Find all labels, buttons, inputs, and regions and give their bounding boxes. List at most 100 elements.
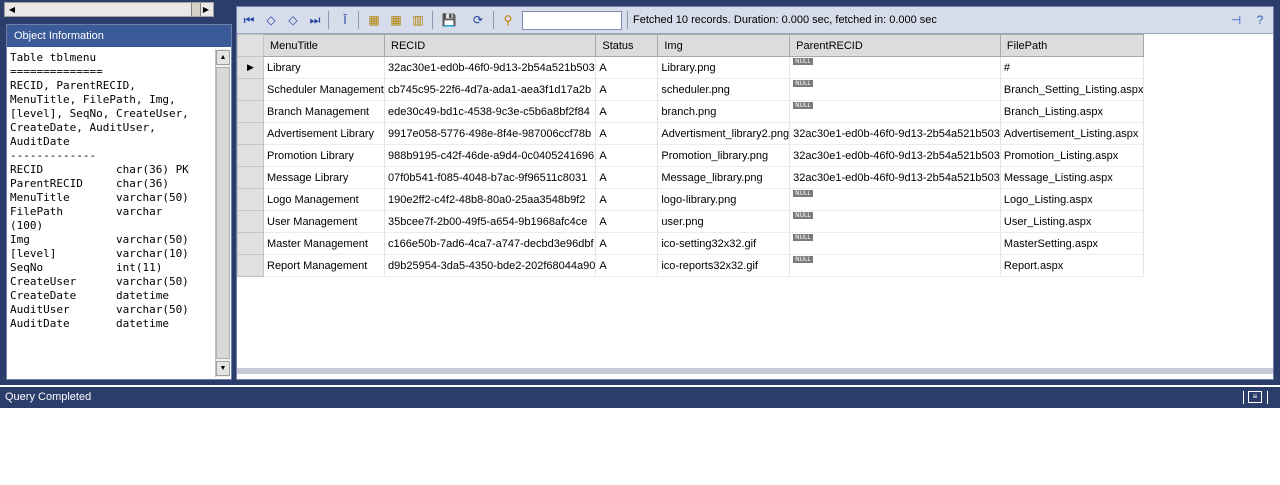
object-information-text[interactable]: Table tblmenu ============== RECID, Pare… bbox=[7, 48, 215, 379]
grid-view-icon[interactable]: ▦ bbox=[365, 11, 383, 29]
table-cell[interactable]: 988b9195-c42f-46de-a9d4-0c0405241696 bbox=[384, 144, 597, 167]
table-cell[interactable]: 32ac30e1-ed0b-46f0-9d13-2b54a521b503 bbox=[789, 166, 1001, 189]
scroll-right-arrow-icon[interactable]: ▶ bbox=[199, 3, 213, 16]
table-cell[interactable]: # bbox=[1000, 56, 1145, 79]
column-header[interactable]: Img bbox=[657, 34, 791, 57]
table-row[interactable]: Advertisement Library 9917e058-5776-498e-… bbox=[237, 122, 1145, 145]
table-cell[interactable]: Report.aspx bbox=[1000, 254, 1145, 277]
table-cell[interactable]: A bbox=[595, 188, 659, 211]
table-cell[interactable]: Scheduler Management bbox=[263, 78, 385, 101]
table-cell[interactable]: A bbox=[595, 56, 659, 79]
table-cell[interactable]: 07f0b541-f085-4048-b7ac-9f96511c8031 bbox=[384, 166, 597, 189]
scroll-left-arrow-icon[interactable]: ◀ bbox=[5, 3, 19, 16]
form-view-icon[interactable]: ▦ bbox=[387, 11, 405, 29]
column-header[interactable]: MenuTitle bbox=[263, 34, 385, 57]
table-cell[interactable]: Logo_Listing.aspx bbox=[1000, 188, 1145, 211]
table-row[interactable]: Scheduler Management cb745c95-22f6-4d7a-a… bbox=[237, 78, 1145, 101]
table-cell[interactable]: ede30c49-bd1c-4538-9c3e-c5b6a8bf2f84 bbox=[384, 100, 597, 123]
table-cell[interactable]: NULL bbox=[789, 56, 1001, 79]
first-record-icon[interactable]: ⏮ bbox=[240, 11, 258, 29]
table-cell[interactable]: A bbox=[595, 100, 659, 123]
table-cell[interactable]: Promotion Library bbox=[263, 144, 385, 167]
table-cell[interactable]: NULL bbox=[789, 188, 1001, 211]
left-horizontal-scrollbar[interactable]: ◀ ▶ bbox=[4, 2, 214, 17]
object-info-vertical-scrollbar[interactable]: ▲ ▼ bbox=[215, 49, 230, 377]
table-cell[interactable]: Message_library.png bbox=[657, 166, 791, 189]
table-cell[interactable]: user.png bbox=[657, 210, 791, 233]
table-cell[interactable]: Advertisement_Listing.aspx bbox=[1000, 122, 1145, 145]
table-cell[interactable]: ico-setting32x32.gif bbox=[657, 232, 791, 255]
table-cell[interactable]: cb745c95-22f6-4d7a-ada1-aea3f1d17a2b bbox=[384, 78, 597, 101]
grid-horizontal-scrollbar[interactable] bbox=[237, 368, 1273, 374]
columns-icon[interactable]: ▥ bbox=[409, 11, 427, 29]
table-cell[interactable]: User Management bbox=[263, 210, 385, 233]
help-icon[interactable]: ? bbox=[1251, 11, 1269, 29]
table-cell[interactable]: A bbox=[595, 144, 659, 167]
table-cell[interactable]: Message Library bbox=[263, 166, 385, 189]
column-header[interactable]: RECID bbox=[383, 34, 597, 57]
row-indicator[interactable] bbox=[237, 166, 264, 189]
table-cell[interactable]: Library.png bbox=[657, 56, 791, 79]
table-row[interactable]: Report Management d9b25954-3da5-4350-bde2… bbox=[237, 254, 1145, 277]
table-cell[interactable]: 35bcee7f-2b00-49f5-a654-9b1968afc4ce bbox=[384, 210, 597, 233]
table-cell[interactable]: Logo Management bbox=[263, 188, 385, 211]
table-cell[interactable]: A bbox=[595, 210, 659, 233]
table-cell[interactable]: Master Management bbox=[263, 232, 385, 255]
table-cell[interactable]: Branch_Listing.aspx bbox=[1000, 100, 1145, 123]
table-row[interactable]: ▶ Library 32ac30e1-ed0b-46f0-9d13-2b54a521… bbox=[237, 56, 1145, 79]
scroll-down-arrow-icon[interactable]: ▼ bbox=[216, 361, 230, 376]
table-cell[interactable]: 32ac30e1-ed0b-46f0-9d13-2b54a521b503 bbox=[789, 122, 1001, 145]
table-cell[interactable]: A bbox=[595, 122, 659, 145]
table-row[interactable]: Branch Management ede30c49-bd1c-4538-9c3e… bbox=[237, 100, 1145, 123]
table-row[interactable]: User Management 35bcee7f-2b00-49f5-a654-9… bbox=[237, 210, 1145, 233]
row-indicator[interactable] bbox=[237, 254, 264, 277]
text-view-icon[interactable]: Ī bbox=[336, 11, 354, 29]
panel-toggle-icon[interactable]: ≡ bbox=[1248, 391, 1262, 403]
table-cell[interactable]: NULL bbox=[789, 254, 1001, 277]
table-cell[interactable]: MasterSetting.aspx bbox=[1000, 232, 1145, 255]
row-indicator-header[interactable] bbox=[237, 34, 264, 57]
table-cell[interactable]: 9917e058-5776-498e-8f4e-987006ccf78b bbox=[384, 122, 597, 145]
table-cell[interactable]: Promotion_Listing.aspx bbox=[1000, 144, 1145, 167]
table-cell[interactable]: Advertisment_library2.png bbox=[657, 122, 791, 145]
previous-record-icon[interactable]: ◇ bbox=[262, 11, 280, 29]
next-record-icon[interactable]: ◇ bbox=[284, 11, 302, 29]
table-cell[interactable]: NULL bbox=[789, 78, 1001, 101]
table-cell[interactable]: Report Management bbox=[263, 254, 385, 277]
row-indicator[interactable] bbox=[237, 188, 264, 211]
table-cell[interactable]: NULL bbox=[789, 100, 1001, 123]
table-cell[interactable]: 190e2ff2-c4f2-48b8-80a0-25aa3548b9f2 bbox=[384, 188, 597, 211]
save-icon[interactable]: 💾 bbox=[440, 11, 458, 29]
table-row[interactable]: Message Library 07f0b541-f085-4048-b7ac-9… bbox=[237, 166, 1145, 189]
table-cell[interactable]: NULL bbox=[789, 210, 1001, 233]
table-cell[interactable]: NULL bbox=[789, 232, 1001, 255]
row-indicator[interactable] bbox=[237, 144, 264, 167]
table-cell[interactable]: 32ac30e1-ed0b-46f0-9d13-2b54a521b503 bbox=[384, 56, 597, 79]
table-cell[interactable]: logo-library.png bbox=[657, 188, 791, 211]
scroll-up-arrow-icon[interactable]: ▲ bbox=[216, 50, 230, 65]
column-header[interactable]: ParentRECID bbox=[789, 34, 1001, 57]
filter-search-icon[interactable]: ⚲ bbox=[499, 11, 517, 29]
table-row[interactable]: Promotion Library 988b9195-c42f-46de-a9d4… bbox=[237, 144, 1145, 167]
row-indicator[interactable] bbox=[237, 100, 264, 123]
table-cell[interactable]: Promotion_library.png bbox=[657, 144, 791, 167]
table-row[interactable]: Master Management c166e50b-7ad6-4ca7-a747… bbox=[237, 232, 1145, 255]
table-cell[interactable]: branch.png bbox=[657, 100, 791, 123]
table-cell[interactable]: A bbox=[595, 232, 659, 255]
current-row-indicator-icon[interactable]: ▶ bbox=[237, 56, 264, 79]
table-cell[interactable]: c166e50b-7ad6-4ca7-a747-decbd3e96dbf bbox=[384, 232, 597, 255]
column-header[interactable]: FilePath bbox=[999, 34, 1145, 57]
table-cell[interactable]: A bbox=[595, 78, 659, 101]
table-cell[interactable]: Message_Listing.aspx bbox=[1000, 166, 1145, 189]
table-cell[interactable]: d9b25954-3da5-4350-bde2-202f68044a90 bbox=[384, 254, 597, 277]
scrollbar-thumb[interactable] bbox=[216, 67, 230, 359]
table-cell[interactable]: A bbox=[595, 254, 659, 277]
result-grid[interactable]: MenuTitle RECID Status Img ParentRECID F… bbox=[237, 34, 1273, 374]
row-indicator[interactable] bbox=[237, 210, 264, 233]
last-record-icon[interactable]: ⏭ bbox=[306, 11, 324, 29]
table-cell[interactable]: Branch_Setting_Listing.aspx bbox=[1000, 78, 1145, 101]
table-cell[interactable]: User_Listing.aspx bbox=[1000, 210, 1145, 233]
table-row[interactable]: Logo Management 190e2ff2-c4f2-48b8-80a0-2… bbox=[237, 188, 1145, 211]
pin-icon[interactable]: ⊣ bbox=[1227, 11, 1245, 29]
refresh-icon[interactable]: ⟳ bbox=[469, 11, 487, 29]
